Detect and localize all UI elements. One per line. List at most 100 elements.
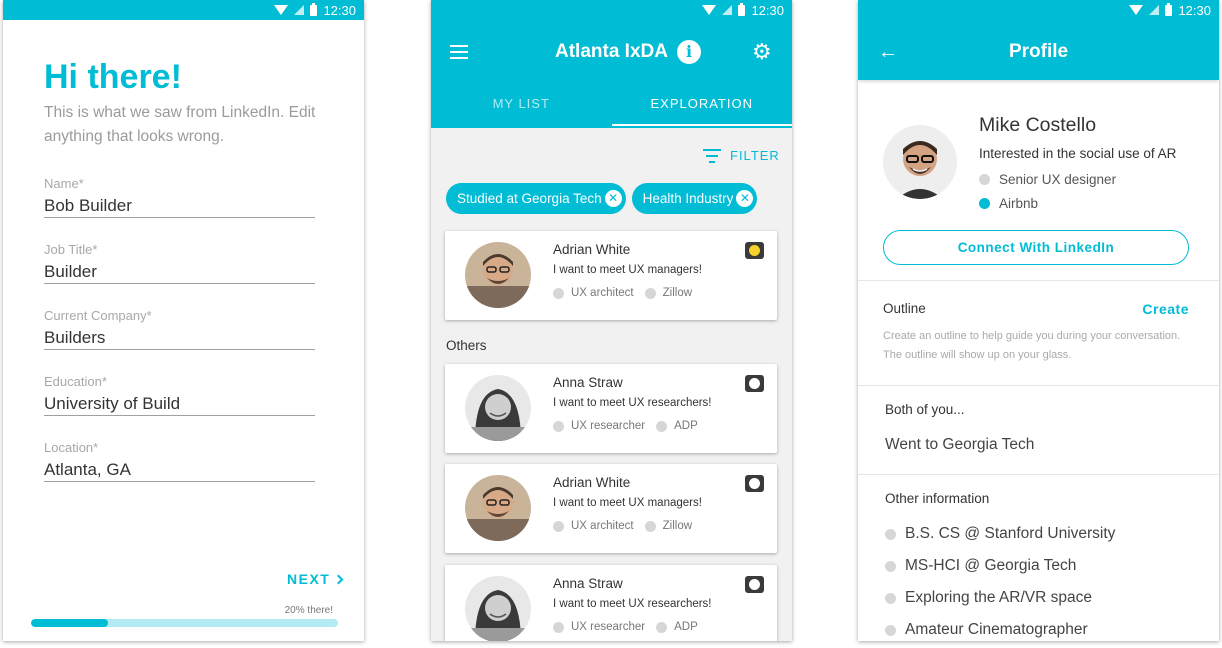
location-field[interactable]: Location* Atlanta, GA [44, 440, 315, 482]
field-value[interactable]: Builder [44, 262, 315, 282]
company-field[interactable]: Current Company* Builders [44, 308, 315, 350]
education-field[interactable]: Education* University of Build [44, 374, 315, 416]
person-name: Anna Straw [553, 576, 623, 591]
status-time: 12:30 [323, 2, 356, 18]
field-value[interactable]: University of Build [44, 394, 315, 414]
profile-company: Airbnb [979, 196, 1038, 211]
list-item: MS-HCI @ Georgia Tech [885, 557, 1076, 575]
progress-bar [31, 619, 338, 627]
exploration-screen: 12:30 Atlanta IxDA i ⚙ MY LIST EXPLORATI… [431, 0, 792, 641]
chip-label: Studied at Georgia Tech [457, 191, 602, 206]
dot-icon [979, 174, 990, 185]
connect-linkedin-button[interactable]: Connect With LinkedIn [883, 230, 1189, 265]
person-company: Zillow [662, 520, 693, 532]
person-company: ADP [674, 420, 698, 432]
info-text: B.S. CS @ Stanford University [905, 525, 1116, 542]
status-toggle-icon[interactable] [745, 475, 764, 492]
person-role: UX researcher [571, 420, 646, 432]
next-button[interactable]: NEXT [287, 571, 344, 587]
status-time: 12:30 [1178, 2, 1211, 18]
dot-icon [979, 198, 990, 209]
dot-icon [885, 624, 896, 636]
field-label: Name* [44, 176, 84, 191]
person-role: UX architect [571, 520, 634, 532]
status-toggle-icon[interactable] [745, 375, 764, 392]
person-meta: UX architect Zillow [553, 287, 692, 299]
person-meta: UX researcher ADP [553, 420, 698, 432]
info-text: MS-HCI @ Georgia Tech [905, 557, 1077, 574]
person-card[interactable]: Anna Straw I want to meet UX researchers… [445, 364, 777, 453]
profile-role: Senior UX designer [979, 172, 1116, 187]
avatar [465, 375, 531, 441]
profile-name: Mike Costello [979, 114, 1097, 136]
person-name: Adrian White [553, 242, 631, 257]
person-message: I want to meet UX researchers! [553, 397, 712, 409]
tab-my-list[interactable]: MY LIST [431, 85, 612, 126]
profile-screen: 12:30 ← Profile Mike Costello Interested… [858, 0, 1219, 641]
filter-chips: Studied at Georgia Tech ✕ Health Industr… [446, 183, 758, 214]
section-title-others: Others [446, 338, 487, 353]
chip-label: Health Industry [642, 191, 734, 206]
avatar [883, 125, 957, 199]
person-company: Zillow [662, 287, 693, 299]
person-company: ADP [674, 621, 698, 633]
person-meta: UX researcher ADP [553, 621, 698, 633]
app-bar: 12:30 ← Profile [858, 0, 1219, 80]
signal-icon [1149, 5, 1160, 15]
person-message: I want to meet UX managers! [553, 264, 702, 276]
progress-fill [31, 619, 108, 627]
field-label: Job Title* [44, 242, 98, 257]
page-title: Hi there! [44, 58, 182, 96]
dot-icon [553, 287, 564, 299]
app-bar: 12:30 Atlanta IxDA i ⚙ MY LIST EXPLORATI… [431, 0, 792, 128]
name-field[interactable]: Name* Bob Builder [44, 176, 315, 218]
dot-icon [885, 528, 896, 540]
status-time: 12:30 [751, 2, 784, 18]
status-bar: 12:30 [858, 0, 1219, 20]
next-label: NEXT [287, 571, 331, 587]
filter-button[interactable]: FILTER [703, 148, 780, 163]
gear-icon[interactable]: ⚙ [752, 41, 774, 63]
status-toggle-icon[interactable] [745, 576, 764, 593]
avatar [465, 475, 531, 541]
chip[interactable]: Health Industry ✕ [631, 183, 758, 214]
wifi-icon [274, 5, 289, 15]
info-icon[interactable]: i [677, 40, 701, 64]
field-value[interactable]: Bob Builder [44, 196, 315, 216]
person-card[interactable]: Anna Straw I want to meet UX researchers… [445, 565, 777, 641]
tab-exploration[interactable]: EXPLORATION [611, 85, 792, 126]
field-label: Current Company* [44, 308, 152, 323]
tab-bar: MY LIST EXPLORATION [431, 85, 792, 126]
person-meta: UX architect Zillow [553, 520, 692, 532]
filter-label: FILTER [730, 148, 780, 163]
person-role: UX architect [571, 287, 634, 299]
field-label: Education* [44, 374, 107, 389]
dot-icon [656, 420, 668, 432]
job-title-field[interactable]: Job Title* Builder [44, 242, 315, 284]
status-bar: 12:30 [431, 0, 792, 20]
page-subtitle: This is what we saw from LinkedIn. Edit … [44, 104, 316, 145]
person-card[interactable]: Adrian White I want to meet UX managers!… [445, 231, 777, 320]
filter-icon [703, 148, 721, 163]
field-value[interactable]: Builders [44, 328, 315, 348]
list-item: Exploring the AR/VR space [885, 589, 1092, 607]
create-outline-button[interactable]: Create [1142, 301, 1189, 317]
wifi-icon [702, 5, 717, 15]
dot-icon [553, 420, 564, 432]
signal-icon [294, 5, 305, 15]
close-icon[interactable]: ✕ [736, 190, 754, 207]
divider [858, 280, 1219, 281]
menu-icon[interactable] [450, 45, 468, 59]
person-name: Adrian White [553, 475, 631, 490]
close-icon[interactable]: ✕ [604, 190, 622, 207]
info-text: Exploring the AR/VR space [905, 589, 1092, 606]
dot-icon [644, 520, 656, 532]
status-toggle-icon[interactable] [745, 242, 764, 259]
chevron-right-icon [333, 574, 344, 584]
both-title: Both of you... [885, 402, 965, 417]
person-card[interactable]: Adrian White I want to meet UX managers!… [445, 464, 777, 553]
outline-label: Outline [883, 301, 926, 316]
dot-icon [656, 621, 668, 633]
field-value[interactable]: Atlanta, GA [44, 460, 315, 480]
chip[interactable]: Studied at Georgia Tech ✕ [446, 183, 626, 214]
